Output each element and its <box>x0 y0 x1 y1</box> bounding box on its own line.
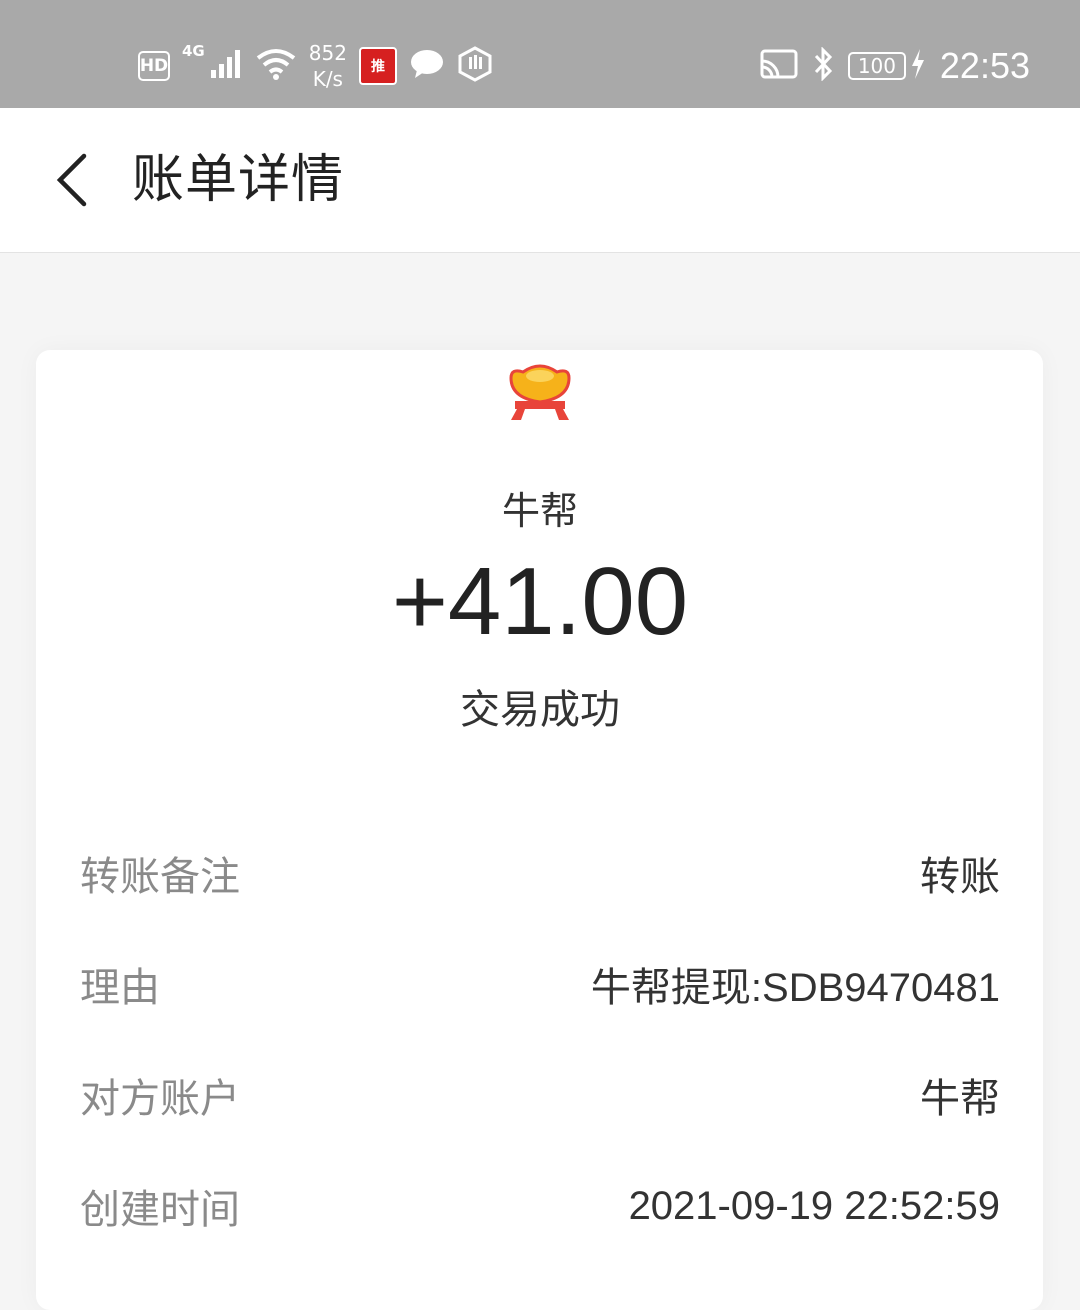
battery-indicator: 100 <box>847 52 906 80</box>
chevron-left-icon <box>56 153 87 207</box>
speed-unit: K/s <box>312 67 343 91</box>
message-icon <box>409 48 445 84</box>
detail-label: 对方账户 <box>80 1076 240 1122</box>
detail-label: 转账备注 <box>80 854 240 900</box>
wifi-icon <box>255 47 297 85</box>
page-title: 账单详情 <box>132 150 345 210</box>
bluetooth-icon <box>812 46 834 85</box>
detail-value: 牛帮 <box>920 1077 1000 1121</box>
cast-icon <box>760 49 798 83</box>
hd-badge: HD <box>138 51 170 81</box>
detail-label: 理由 <box>80 965 160 1011</box>
merchant-logo <box>505 360 575 424</box>
detail-value: 2021-09-19 22:52:59 <box>628 1183 1000 1228</box>
merchant-name: 牛帮 <box>501 489 578 533</box>
transaction-amount: +41.00 <box>391 548 689 655</box>
speed-value: 852 <box>308 41 347 65</box>
detail-row-created-time: 创建时间 2021-09-19 22:52:59 <box>80 1176 1000 1236</box>
back-button[interactable] <box>36 144 108 216</box>
clock: 22:53 <box>939 45 1030 86</box>
notification-app-icon: 推 <box>358 47 397 85</box>
shield-hand-icon <box>457 46 493 86</box>
transaction-status: 交易成功 <box>460 687 620 733</box>
signal-icon <box>209 48 243 84</box>
app-header: 账单详情 <box>0 108 1080 253</box>
status-bar: HD 4G 852 K/s 推 100 22:53 <box>0 0 1080 108</box>
detail-label: 创建时间 <box>80 1187 240 1233</box>
detail-value: 牛帮提现:SDB9470481 <box>590 966 1000 1010</box>
status-bar-right: 100 22:53 <box>760 30 1030 102</box>
status-bar-left: HD 4G 852 K/s 推 <box>138 30 493 102</box>
network-speed: 852 K/s <box>309 40 347 92</box>
detail-row-remark: 转账备注 转账 <box>80 843 1000 903</box>
detail-row-counterparty: 对方账户 牛帮 <box>80 1065 1000 1125</box>
detail-row-reason: 理由 牛帮提现:SDB9470481 <box>80 954 1000 1014</box>
network-type: 4G <box>182 42 205 60</box>
detail-value: 转账 <box>920 855 1000 899</box>
charging-icon <box>910 49 926 83</box>
gold-ingot-icon <box>509 364 571 420</box>
